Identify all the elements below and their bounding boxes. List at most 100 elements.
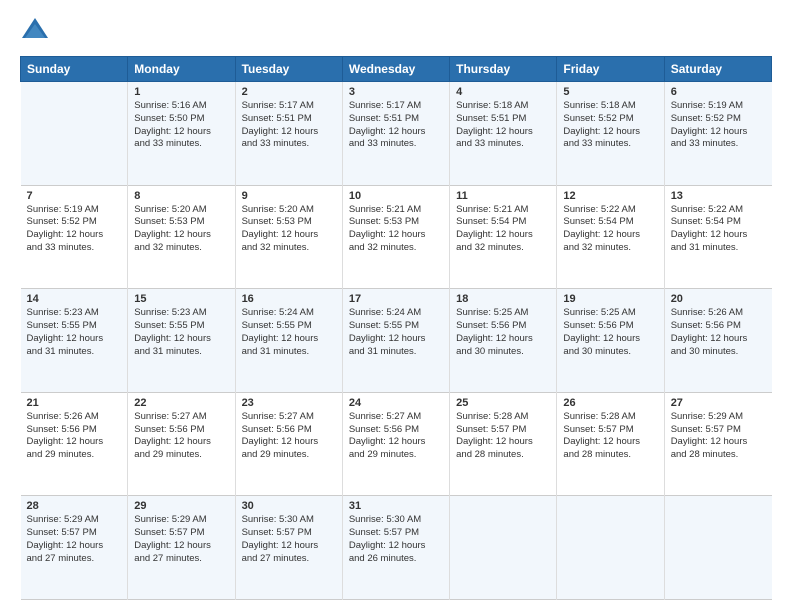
page: SundayMondayTuesdayWednesdayThursdayFrid… [0, 0, 792, 612]
day-info: Sunrise: 5:22 AM Sunset: 5:54 PM Dayligh… [563, 204, 657, 255]
day-cell: 11 Sunrise: 5:21 AM Sunset: 5:54 PM Dayli… [450, 185, 557, 289]
col-header-sunday: Sunday [21, 57, 128, 82]
day-cell: 28Sunrise: 5:29 AM Sunset: 5:57 PM Dayli… [21, 496, 128, 600]
day-number: 30 [242, 500, 336, 512]
day-cell: 10Sunrise: 5:21 AM Sunset: 5:53 PM Dayli… [342, 185, 449, 289]
week-row-5: 28Sunrise: 5:29 AM Sunset: 5:57 PM Dayli… [21, 496, 772, 600]
day-number: 3 [349, 86, 443, 98]
day-cell: 29 Sunrise: 5:29 AM Sunset: 5:57 PM Dayli… [128, 496, 235, 600]
day-info: Sunrise: 5:19 AM Sunset: 5:52 PM Dayligh… [671, 100, 766, 151]
col-header-friday: Friday [557, 57, 664, 82]
day-cell: 9 Sunrise: 5:20 AM Sunset: 5:53 PM Daylig… [235, 185, 342, 289]
day-info: Sunrise: 5:23 AM Sunset: 5:55 PM Dayligh… [134, 307, 228, 358]
day-cell: 18 Sunrise: 5:25 AM Sunset: 5:56 PM Dayli… [450, 289, 557, 393]
header-row: SundayMondayTuesdayWednesdayThursdayFrid… [21, 57, 772, 82]
day-info: Sunrise: 5:25 AM Sunset: 5:56 PM Dayligh… [563, 307, 657, 358]
logo [20, 16, 54, 46]
day-cell [557, 496, 664, 600]
day-number: 10 [349, 190, 443, 202]
week-row-4: 21 Sunrise: 5:26 AM Sunset: 5:56 PM Dayli… [21, 392, 772, 496]
day-number: 2 [242, 86, 336, 98]
header [20, 16, 772, 46]
day-info: Sunrise: 5:19 AM Sunset: 5:52 PM Dayligh… [27, 204, 122, 255]
day-number: 23 [242, 397, 336, 409]
day-cell: 24 Sunrise: 5:27 AM Sunset: 5:56 PM Dayli… [342, 392, 449, 496]
day-info: Sunrise: 5:18 AM Sunset: 5:51 PM Dayligh… [456, 100, 550, 151]
week-row-1: 1 Sunrise: 5:16 AM Sunset: 5:50 PM Daylig… [21, 82, 772, 186]
day-number: 7 [27, 190, 122, 202]
logo-icon [20, 16, 50, 46]
day-info: Sunrise: 5:20 AM Sunset: 5:53 PM Dayligh… [242, 204, 336, 255]
day-info: Sunrise: 5:24 AM Sunset: 5:55 PM Dayligh… [242, 307, 336, 358]
week-row-3: 14 Sunrise: 5:23 AM Sunset: 5:55 PM Dayli… [21, 289, 772, 393]
day-info: Sunrise: 5:27 AM Sunset: 5:56 PM Dayligh… [349, 411, 443, 462]
day-number: 29 [134, 500, 228, 512]
col-header-saturday: Saturday [664, 57, 771, 82]
day-info: Sunrise: 5:23 AM Sunset: 5:55 PM Dayligh… [27, 307, 122, 358]
day-cell: 20 Sunrise: 5:26 AM Sunset: 5:56 PM Dayli… [664, 289, 771, 393]
day-info: Sunrise: 5:30 AM Sunset: 5:57 PM Dayligh… [242, 514, 336, 565]
day-info: Sunrise: 5:24 AM Sunset: 5:55 PM Dayligh… [349, 307, 443, 358]
day-info: Sunrise: 5:27 AM Sunset: 5:56 PM Dayligh… [242, 411, 336, 462]
day-info: Sunrise: 5:26 AM Sunset: 5:56 PM Dayligh… [671, 307, 766, 358]
day-number: 21 [27, 397, 122, 409]
col-header-thursday: Thursday [450, 57, 557, 82]
day-number: 19 [563, 293, 657, 305]
day-cell: 8 Sunrise: 5:20 AM Sunset: 5:53 PM Daylig… [128, 185, 235, 289]
day-info: Sunrise: 5:29 AM Sunset: 5:57 PM Dayligh… [27, 514, 122, 565]
day-info: Sunrise: 5:20 AM Sunset: 5:53 PM Dayligh… [134, 204, 228, 255]
day-number: 17 [349, 293, 443, 305]
day-info: Sunrise: 5:17 AM Sunset: 5:51 PM Dayligh… [349, 100, 443, 151]
day-number: 25 [456, 397, 550, 409]
day-number: 20 [671, 293, 766, 305]
day-cell: 13Sunrise: 5:22 AM Sunset: 5:54 PM Dayli… [664, 185, 771, 289]
day-cell: 7 Sunrise: 5:19 AM Sunset: 5:52 PM Daylig… [21, 185, 128, 289]
day-number: 4 [456, 86, 550, 98]
day-info: Sunrise: 5:28 AM Sunset: 5:57 PM Dayligh… [456, 411, 550, 462]
col-header-monday: Monday [128, 57, 235, 82]
day-number: 18 [456, 293, 550, 305]
day-cell [21, 82, 128, 186]
day-cell: 17 Sunrise: 5:24 AM Sunset: 5:55 PM Dayli… [342, 289, 449, 393]
day-number: 15 [134, 293, 228, 305]
day-number: 24 [349, 397, 443, 409]
week-row-2: 7 Sunrise: 5:19 AM Sunset: 5:52 PM Daylig… [21, 185, 772, 289]
day-cell: 19 Sunrise: 5:25 AM Sunset: 5:56 PM Dayli… [557, 289, 664, 393]
day-info: Sunrise: 5:25 AM Sunset: 5:56 PM Dayligh… [456, 307, 550, 358]
day-cell: 27 Sunrise: 5:29 AM Sunset: 5:57 PM Dayli… [664, 392, 771, 496]
day-cell [664, 496, 771, 600]
day-cell: 25 Sunrise: 5:28 AM Sunset: 5:57 PM Dayli… [450, 392, 557, 496]
day-cell: 16 Sunrise: 5:24 AM Sunset: 5:55 PM Dayli… [235, 289, 342, 393]
day-number: 16 [242, 293, 336, 305]
day-number: 11 [456, 190, 550, 202]
day-number: 13 [671, 190, 766, 202]
day-number: 12 [563, 190, 657, 202]
day-number: 5 [563, 86, 657, 98]
day-cell: 21 Sunrise: 5:26 AM Sunset: 5:56 PM Dayli… [21, 392, 128, 496]
day-number: 1 [134, 86, 228, 98]
col-header-wednesday: Wednesday [342, 57, 449, 82]
day-info: Sunrise: 5:30 AM Sunset: 5:57 PM Dayligh… [349, 514, 443, 565]
day-number: 27 [671, 397, 766, 409]
day-cell: 31 Sunrise: 5:30 AM Sunset: 5:57 PM Dayli… [342, 496, 449, 600]
day-info: Sunrise: 5:29 AM Sunset: 5:57 PM Dayligh… [134, 514, 228, 565]
calendar-table: SundayMondayTuesdayWednesdayThursdayFrid… [20, 56, 772, 600]
day-number: 14 [27, 293, 122, 305]
day-number: 9 [242, 190, 336, 202]
day-cell [450, 496, 557, 600]
col-header-tuesday: Tuesday [235, 57, 342, 82]
day-number: 8 [134, 190, 228, 202]
day-info: Sunrise: 5:26 AM Sunset: 5:56 PM Dayligh… [27, 411, 122, 462]
day-info: Sunrise: 5:21 AM Sunset: 5:54 PM Dayligh… [456, 204, 550, 255]
day-cell: 1 Sunrise: 5:16 AM Sunset: 5:50 PM Daylig… [128, 82, 235, 186]
day-info: Sunrise: 5:17 AM Sunset: 5:51 PM Dayligh… [242, 100, 336, 151]
day-number: 31 [349, 500, 443, 512]
day-info: Sunrise: 5:18 AM Sunset: 5:52 PM Dayligh… [563, 100, 657, 151]
day-info: Sunrise: 5:29 AM Sunset: 5:57 PM Dayligh… [671, 411, 766, 462]
day-cell: 30 Sunrise: 5:30 AM Sunset: 5:57 PM Dayli… [235, 496, 342, 600]
day-cell: 15 Sunrise: 5:23 AM Sunset: 5:55 PM Dayli… [128, 289, 235, 393]
day-cell: 12 Sunrise: 5:22 AM Sunset: 5:54 PM Dayli… [557, 185, 664, 289]
day-info: Sunrise: 5:16 AM Sunset: 5:50 PM Dayligh… [134, 100, 228, 151]
day-cell: 22Sunrise: 5:27 AM Sunset: 5:56 PM Dayli… [128, 392, 235, 496]
day-number: 22 [134, 397, 228, 409]
